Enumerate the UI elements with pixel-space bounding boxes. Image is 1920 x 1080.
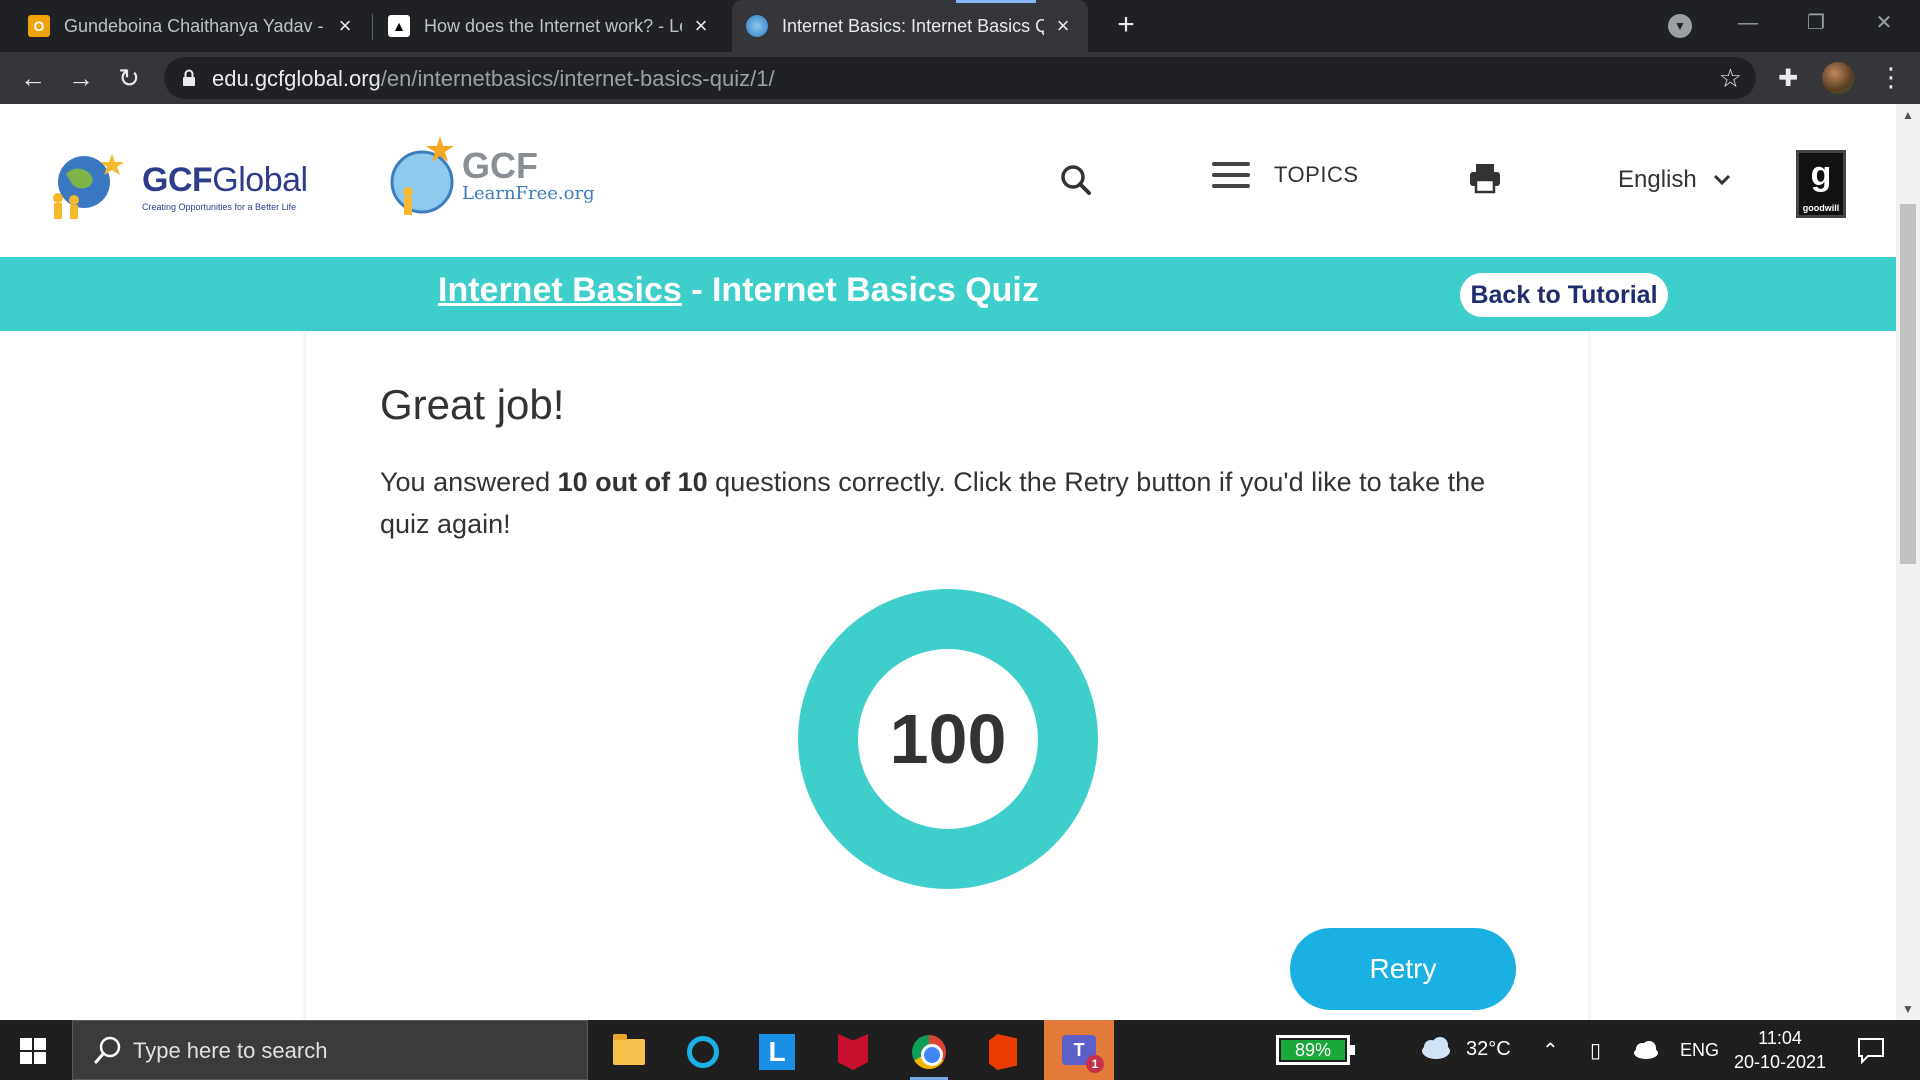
search-icon[interactable] <box>1060 164 1092 196</box>
result-heading: Great job! <box>380 381 565 428</box>
close-window-button[interactable]: ✕ <box>1864 8 1904 38</box>
url-text: edu.gcfglobal.org/en/internetbasics/inte… <box>212 66 775 92</box>
topics-label: TOPICS <box>1274 162 1359 187</box>
site-header: GCFGlobal Creating Opportunities for a B… <box>0 104 1896 257</box>
score-donut: 100 <box>798 589 1098 889</box>
close-icon[interactable]: × <box>690 13 712 39</box>
reload-icon[interactable]: ↻ <box>112 62 146 96</box>
gcfglobal-tagline: Creating Opportunities for a Better Life <box>142 201 297 212</box>
chrome-icon[interactable] <box>902 1028 956 1080</box>
clock-time: 11:04 <box>1758 1028 1802 1048</box>
url-path: /en/internetbasics/internet-basics-quiz/… <box>380 66 775 91</box>
scroll-up-arrow-icon[interactable]: ▲ <box>1902 108 1914 122</box>
gcfglobal-logo[interactable]: GCFGlobal Creating Opportunities for a B… <box>44 148 308 224</box>
result-message: You answered 10 out of 10 questions corr… <box>380 467 1486 539</box>
tab-internet-basics-quiz[interactable]: Internet Basics: Internet Basics Qu × <box>732 0 1088 52</box>
restore-button[interactable]: ❐ <box>1796 8 1836 38</box>
back-to-tutorial-button[interactable]: Back to Tutorial <box>1460 273 1668 317</box>
battery-percent: 89% <box>1281 1040 1345 1060</box>
language-label: English <box>1618 166 1697 193</box>
quiz-result-card: Great job! You answered 10 out of 10 que… <box>306 331 1588 1020</box>
gcf-globe-icon <box>746 15 768 37</box>
learnfree-gcf-text: GCF <box>462 144 538 186</box>
web-page: GCFGlobal Creating Opportunities for a B… <box>0 104 1896 1020</box>
mcafee-icon[interactable] <box>826 1028 880 1076</box>
topics-menu-button[interactable]: TOPICS <box>1212 162 1359 188</box>
score-value: 100 <box>858 649 1038 829</box>
profile-avatar[interactable] <box>1822 62 1854 94</box>
gcfglobal-wordmark: GCFGlobal <box>142 160 308 199</box>
print-icon[interactable] <box>1468 162 1502 194</box>
page-scrollbar[interactable]: ▲ ▼ <box>1896 104 1920 1020</box>
browser-tab-strip: O Gundeboina Chaithanya Yadav - × ▲ How … <box>0 0 1920 52</box>
device-icon[interactable]: ▯ <box>1590 1038 1601 1063</box>
hamburger-menu-icon <box>1212 162 1250 188</box>
taskbar-search-placeholder: Type here to search <box>133 1038 328 1063</box>
close-icon[interactable]: × <box>1052 13 1074 39</box>
lock-icon <box>183 69 195 86</box>
new-tab-button[interactable]: + <box>1108 8 1144 44</box>
bookmark-star-icon[interactable]: ☆ <box>1719 63 1742 94</box>
goodwill-g-icon: g <box>1810 155 1832 193</box>
tab-separator <box>372 14 373 40</box>
tab-title: Gundeboina Chaithanya Yadav - <box>64 15 324 36</box>
goodwill-logo[interactable]: g goodwill <box>1796 150 1846 218</box>
learnfree-org-text: LearnFree.org <box>462 182 595 204</box>
quiz-banner: Internet Basics - Internet Basics Quiz B… <box>0 257 1896 331</box>
banner-title: Internet Basics - Internet Basics Quiz <box>438 271 1039 310</box>
office-icon[interactable] <box>976 1028 1030 1076</box>
tab-internet-work[interactable]: ▲ How does the Internet work? - Le × <box>374 0 726 52</box>
windows-start-icon[interactable] <box>20 1038 46 1064</box>
graduation-cap-icon: ▲ <box>388 15 410 37</box>
tab-loading-indicator <box>956 0 1036 3</box>
search-icon <box>94 1036 121 1064</box>
course-link[interactable]: Internet Basics <box>438 271 682 309</box>
quiz-title: Internet Basics Quiz <box>711 271 1039 309</box>
teams-icon[interactable]: T1 <box>1044 1020 1114 1080</box>
clock-date: 20-10-2021 <box>1733 1052 1827 1072</box>
show-hidden-icons-chevron-icon[interactable]: ⌃ <box>1542 1038 1559 1063</box>
taskbar-search-box[interactable]: Type here to search <box>72 1020 588 1080</box>
browser-menu-icon[interactable]: ⋮ <box>1878 62 1904 92</box>
weather-cloud-icon[interactable] <box>1418 1036 1454 1062</box>
extensions-puzzle-icon[interactable]: ✚ <box>1778 64 1798 93</box>
retry-button[interactable]: Retry <box>1290 928 1516 1010</box>
gcf-learnfree-logo[interactable]: GCF LearnFree.org <box>388 132 595 220</box>
tab-title: Internet Basics: Internet Basics Qu <box>782 15 1044 36</box>
address-bar[interactable]: edu.gcfglobal.org/en/internetbasics/inte… <box>164 57 1756 99</box>
tab-title: How does the Internet work? - Le <box>424 15 682 36</box>
url-domain: edu.gcfglobal.org <box>212 66 381 91</box>
close-icon[interactable]: × <box>334 13 356 39</box>
browser-toolbar: ← → ↻ edu.gcfglobal.org/en/internetbasic… <box>0 52 1920 104</box>
goodwill-label: goodwill <box>1802 203 1840 213</box>
chevron-down-icon <box>1713 174 1730 186</box>
taskbar-clock[interactable]: 11:04 20-10-2021 <box>1730 1026 1830 1074</box>
cortana-icon[interactable] <box>676 1028 730 1076</box>
scroll-down-arrow-icon[interactable]: ▼ <box>1902 1002 1914 1016</box>
back-arrow-icon[interactable]: ← <box>16 62 50 96</box>
temperature-label: 32°C <box>1466 1038 1511 1060</box>
windows-taskbar: Type here to search L T1 89% 32°C ⌃ ▯ EN… <box>0 1020 1920 1080</box>
score-text: 10 out of 10 <box>557 467 708 497</box>
notification-center-icon[interactable] <box>1856 1036 1886 1064</box>
banner-separator: - <box>681 271 712 309</box>
forward-arrow-icon[interactable]: → <box>64 62 98 96</box>
input-language-label[interactable]: ENG <box>1680 1040 1719 1061</box>
onedrive-cloud-icon[interactable] <box>1632 1040 1660 1060</box>
learnfree-globe-icon <box>390 136 454 215</box>
file-explorer-icon[interactable] <box>602 1028 656 1076</box>
minimize-button[interactable]: — <box>1728 8 1768 38</box>
language-selector[interactable]: English <box>1618 166 1731 194</box>
gcf-globe-icon <box>53 154 124 219</box>
tab-email[interactable]: O Gundeboina Chaithanya Yadav - × <box>14 0 370 52</box>
battery-indicator[interactable]: 89% <box>1276 1035 1355 1065</box>
tab-search-icon[interactable]: ▼ <box>1668 14 1692 38</box>
l-app-icon[interactable]: L <box>750 1028 804 1076</box>
outlook-icon: O <box>28 15 50 37</box>
scrollbar-thumb[interactable] <box>1900 204 1916 564</box>
